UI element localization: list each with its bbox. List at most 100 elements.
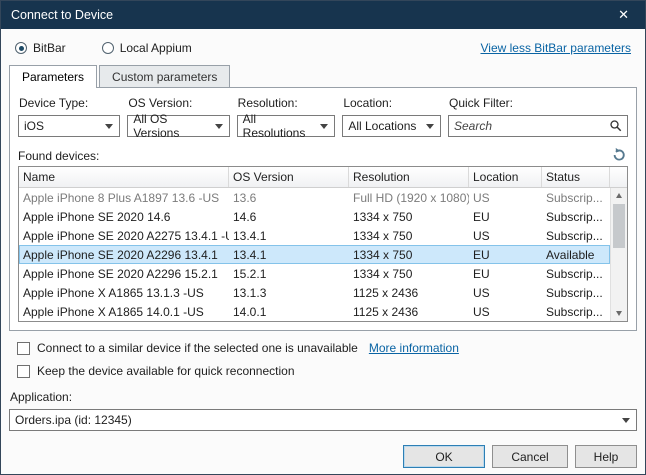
cell-resolution: 1334 x 750 — [349, 210, 469, 224]
footer-buttons: OK Cancel Help — [9, 445, 637, 468]
cell-os-version: 14.6 — [229, 210, 349, 224]
cell-location: EU — [469, 267, 542, 281]
tab-strip: Parameters Custom parameters — [9, 65, 637, 87]
quick-filter-box — [448, 115, 628, 137]
radio-unselected-icon — [102, 42, 114, 54]
chevron-down-icon — [426, 124, 434, 129]
table-row-selected[interactable]: Apple iPhone SE 2020 A2296 13.4.1 13.4.1… — [19, 245, 610, 264]
radio-local-appium[interactable]: Local Appium — [102, 41, 192, 55]
device-type-label: Device Type: — [19, 96, 120, 110]
cell-name: Apple iPhone X A1865 13.1.3 -US — [19, 286, 229, 300]
chevron-down-icon — [622, 418, 630, 423]
connect-to-device-dialog: Connect to Device ✕ BitBar Local Appium … — [0, 0, 646, 475]
ok-button[interactable]: OK — [403, 445, 485, 468]
cell-os-version: 14.0.1 — [229, 305, 349, 319]
column-header-name[interactable]: Name — [19, 167, 229, 187]
similar-device-label: Connect to a similar device if the selec… — [37, 341, 358, 355]
device-type-value: iOS — [24, 119, 44, 133]
filter-location: Location: All Locations — [342, 96, 441, 137]
cell-os-version: 13.4.1 — [229, 248, 349, 262]
cell-location: US — [469, 286, 542, 300]
column-header-status[interactable]: Status — [542, 167, 610, 187]
cell-location: EU — [469, 210, 542, 224]
provider-radio-group: BitBar Local Appium View less BitBar par… — [15, 41, 631, 55]
scroll-up-icon — [616, 193, 622, 198]
resolution-label: Resolution: — [238, 96, 336, 110]
scroll-down-icon — [616, 311, 622, 316]
os-version-label: OS Version: — [128, 96, 229, 110]
column-header-filler — [610, 167, 627, 187]
help-button[interactable]: Help — [575, 445, 637, 468]
keep-available-checkbox[interactable] — [17, 365, 30, 378]
cell-name: Apple iPhone SE 2020 14.6 — [19, 210, 229, 224]
column-header-os-version[interactable]: OS Version — [229, 167, 349, 187]
cell-status: Subscrip... — [542, 229, 610, 243]
refresh-button[interactable] — [610, 147, 628, 163]
filter-resolution: Resolution: All Resolutions — [237, 96, 336, 137]
close-icon[interactable]: ✕ — [612, 5, 635, 25]
device-type-select[interactable]: iOS — [18, 115, 120, 137]
options-section: Connect to a similar device if the selec… — [17, 341, 629, 378]
cell-os-version: 15.2.1 — [229, 267, 349, 281]
search-input[interactable] — [454, 119, 609, 133]
search-icon — [609, 119, 623, 133]
location-select[interactable]: All Locations — [342, 115, 441, 137]
filter-device-type: Device Type: iOS — [18, 96, 120, 137]
keep-available-option[interactable]: Keep the device available for quick reco… — [17, 364, 629, 378]
table-row[interactable]: Apple iPhone X A1865 14.0.1 -US 14.0.1 1… — [19, 302, 610, 321]
table-header: Name OS Version Resolution Location Stat… — [19, 167, 627, 188]
resolution-select[interactable]: All Resolutions — [237, 115, 336, 137]
resolution-value: All Resolutions — [243, 112, 321, 140]
filter-quick: Quick Filter: — [448, 96, 628, 137]
similar-device-option[interactable]: Connect to a similar device if the selec… — [17, 341, 629, 355]
cell-status: Subscrip... — [542, 210, 610, 224]
cancel-button[interactable]: Cancel — [492, 445, 568, 468]
radio-local-appium-label: Local Appium — [120, 41, 192, 55]
chevron-down-icon — [105, 124, 113, 129]
chevron-down-icon — [215, 124, 223, 129]
dialog-body: BitBar Local Appium View less BitBar par… — [1, 29, 645, 475]
cell-location: US — [469, 305, 542, 319]
cell-resolution: 1334 x 750 — [349, 248, 469, 262]
table-row[interactable]: Apple iPhone X A1865 13.1.3 -US 13.1.3 1… — [19, 283, 610, 302]
location-value: All Locations — [348, 119, 416, 133]
radio-bitbar-label: BitBar — [33, 41, 66, 55]
application-select[interactable]: Orders.ipa (id: 12345) — [9, 409, 637, 431]
table-row[interactable]: Apple iPhone SE 2020 14.6 14.6 1334 x 75… — [19, 207, 610, 226]
table-rows: Apple iPhone 8 Plus A1897 13.6 -US 13.6 … — [19, 188, 610, 321]
application-value: Orders.ipa (id: 12345) — [15, 413, 132, 427]
cell-name: Apple iPhone SE 2020 A2296 13.4.1 — [19, 248, 229, 262]
chevron-down-icon — [320, 124, 328, 129]
scroll-up-button[interactable] — [611, 188, 627, 203]
application-label: Application: — [10, 390, 636, 404]
cell-resolution: 1334 x 750 — [349, 267, 469, 281]
radio-bitbar[interactable]: BitBar — [15, 41, 66, 55]
filter-os-version: OS Version: All OS Versions — [127, 96, 229, 137]
cell-name: Apple iPhone 8 Plus A1897 13.6 -US — [19, 191, 229, 205]
view-bitbar-parameters-link[interactable]: View less BitBar parameters — [480, 41, 631, 55]
os-version-value: All OS Versions — [133, 112, 214, 140]
tab-custom-parameters[interactable]: Custom parameters — [99, 65, 230, 87]
more-information-link[interactable]: More information — [369, 341, 459, 355]
devices-table: Name OS Version Resolution Location Stat… — [18, 166, 628, 322]
table-row[interactable]: Apple iPhone 8 Plus A1897 13.6 -US 13.6 … — [19, 188, 610, 207]
keep-available-label: Keep the device available for quick reco… — [37, 364, 295, 378]
table-row[interactable]: Apple iPhone SE 2020 A2296 15.2.1 15.2.1… — [19, 264, 610, 283]
column-header-location[interactable]: Location — [469, 167, 542, 187]
tab-parameters[interactable]: Parameters — [9, 65, 97, 88]
vertical-scrollbar[interactable] — [610, 188, 627, 321]
cell-name: Apple iPhone SE 2020 A2296 15.2.1 — [19, 267, 229, 281]
cell-resolution: 1125 x 2436 — [349, 305, 469, 319]
cell-name: Apple iPhone X A1865 14.0.1 -US — [19, 305, 229, 319]
similar-device-checkbox[interactable] — [17, 342, 30, 355]
os-version-select[interactable]: All OS Versions — [127, 115, 229, 137]
cell-name: Apple iPhone SE 2020 A2275 13.4.1 -US — [19, 229, 229, 243]
titlebar: Connect to Device ✕ — [1, 1, 645, 29]
column-header-resolution[interactable]: Resolution — [349, 167, 469, 187]
table-row[interactable]: Apple iPhone SE 2020 A2275 13.4.1 -US 13… — [19, 226, 610, 245]
scrollbar-thumb[interactable] — [613, 204, 625, 248]
scroll-down-button[interactable] — [611, 306, 627, 321]
cell-resolution: Full HD (1920 x 1080) — [349, 191, 469, 205]
cell-status: Subscrip... — [542, 305, 610, 319]
cell-os-version: 13.4.1 — [229, 229, 349, 243]
